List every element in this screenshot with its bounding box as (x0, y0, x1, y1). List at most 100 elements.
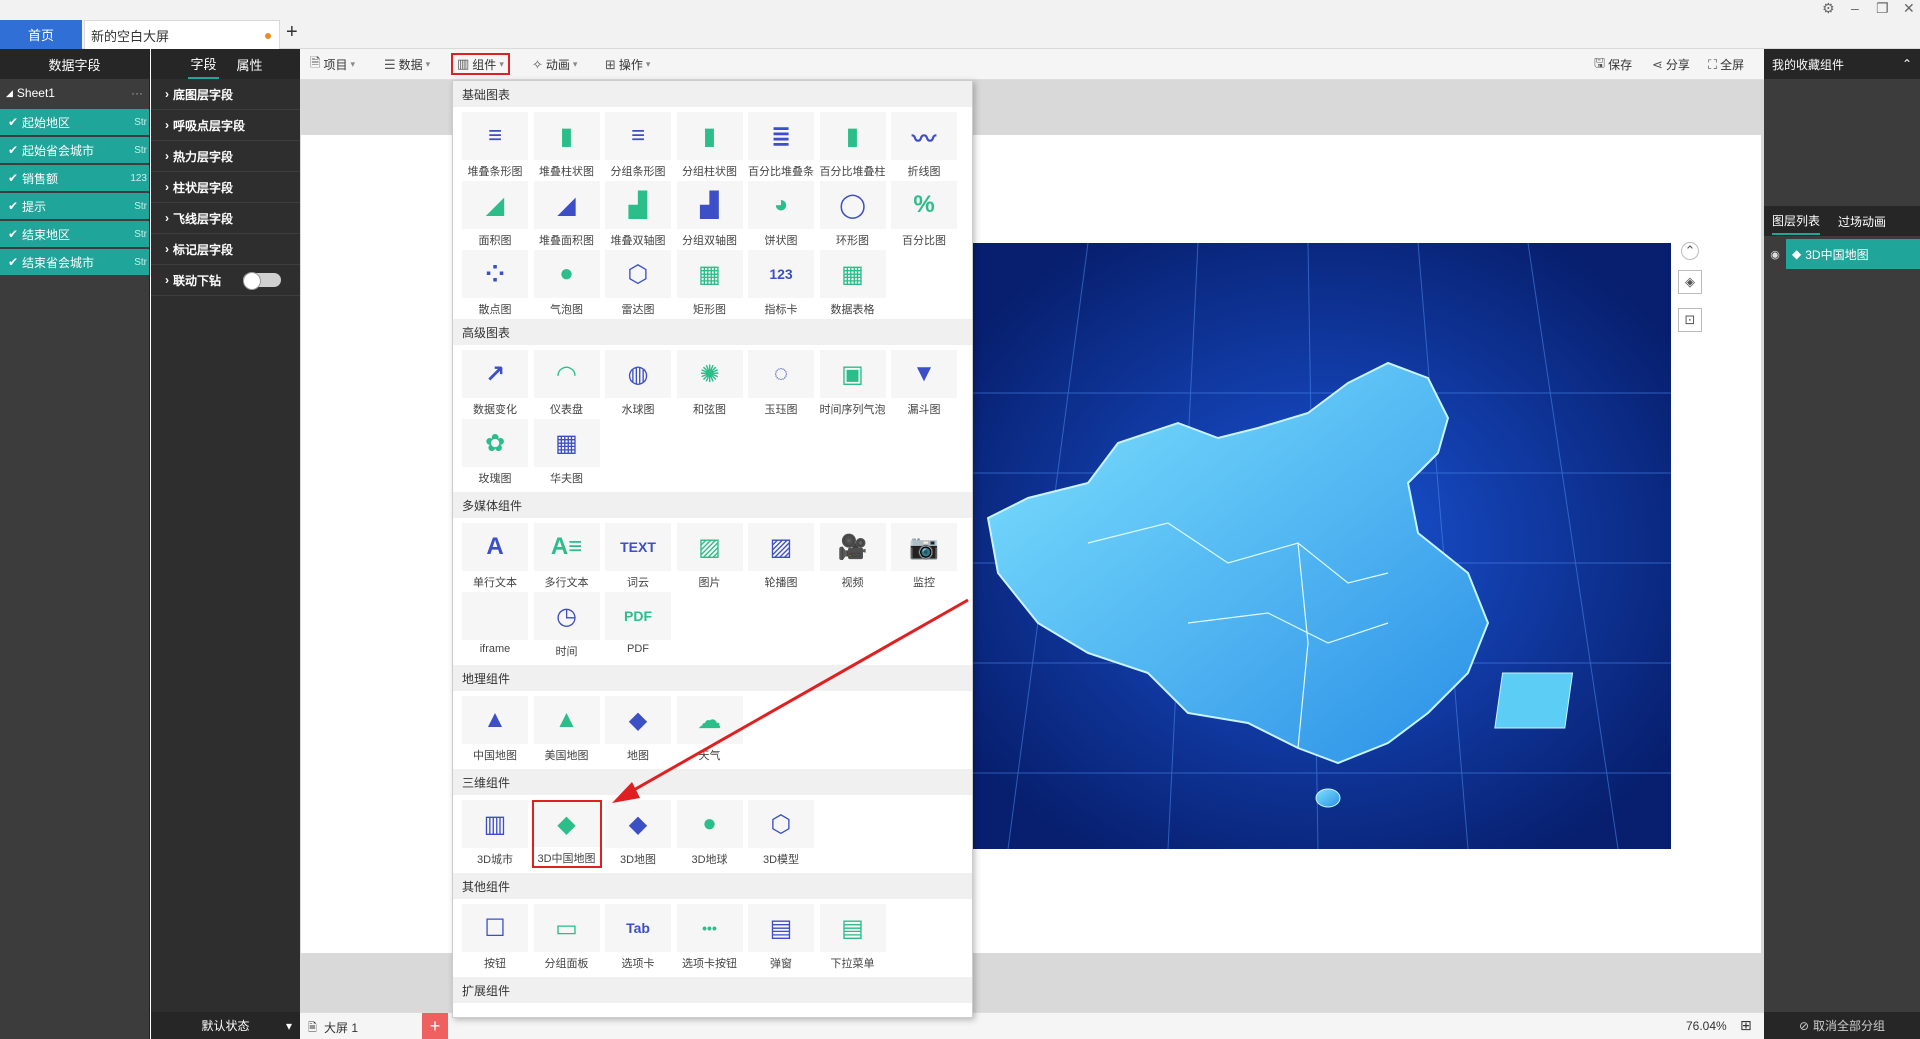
component-item[interactable]: ◢ 面积图 (460, 181, 530, 249)
component-item[interactable]: ☐ 按钮 (460, 904, 530, 972)
drilldown-toggle[interactable] (243, 272, 282, 290)
field-layer-row[interactable]: › 呼吸点层字段 (151, 110, 300, 141)
component-item[interactable]: ▨ 轮播图 (746, 523, 816, 591)
component-item[interactable]: ≣ 百分比堆叠条 (746, 112, 816, 180)
project-menu[interactable]: 🗎 项目 ▾ (310, 49, 355, 80)
component-item[interactable]: ▮ 堆叠柱状图 (532, 112, 602, 180)
component-menu[interactable]: ▥ 组件 ▾ (451, 53, 510, 75)
tab-attribute[interactable]: 属性 (237, 55, 263, 74)
component-item[interactable]: ↗ 数据变化 (460, 350, 530, 418)
component-item[interactable]: ▨ 图片 (675, 523, 745, 591)
component-item[interactable]: ••• 选项卡按钮 (675, 904, 745, 972)
field-layer-row[interactable]: › 标记层字段 (151, 234, 300, 265)
component-item[interactable]: ▟ 堆叠双轴图 (603, 181, 673, 249)
sheet-row[interactable]: ◢ Sheet1 ··· (0, 79, 149, 107)
component-item[interactable]: Tab 选项卡 (603, 904, 673, 972)
tab-home[interactable]: 首页 (0, 20, 82, 49)
component-item[interactable]: ◯ 环形图 (818, 181, 888, 249)
operation-menu[interactable]: ⊞ 操作 ▾ (605, 49, 650, 80)
component-item[interactable]: ≡ 分组条形图 (603, 112, 673, 180)
component-item[interactable]: ✺ 和弦图 (675, 350, 745, 418)
component-item[interactable]: ◌ 玉珏图 (746, 350, 816, 418)
component-item[interactable]: ◢ 堆叠面积图 (532, 181, 602, 249)
field-item[interactable]: ✔ 提示 Str (0, 193, 149, 219)
field-item[interactable]: ✔ 销售额 123 (0, 165, 149, 191)
settings-icon[interactable]: ⚙ (1822, 0, 1835, 17)
tab-layer-list[interactable]: 图层列表 (1772, 208, 1821, 235)
component-item[interactable]: ● 3D地球 (675, 800, 745, 868)
component-item[interactable]: 📷 监控 (889, 523, 959, 591)
field-layer-row[interactable]: › 柱状层字段 (151, 172, 300, 203)
component-item[interactable]: 🎥 视频 (818, 523, 888, 591)
component-item[interactable]: ▦ 矩形图 (675, 250, 745, 318)
eye-icon[interactable]: ◉ (1764, 248, 1786, 261)
component-item[interactable]: ⬡ 雷达图 (603, 250, 673, 318)
component-item[interactable]: ◆ 地图 (603, 696, 673, 764)
minimize-icon[interactable]: – (1851, 0, 1859, 16)
animation-menu[interactable]: ✧ 动画 ▾ (532, 49, 577, 80)
component-item[interactable]: ● 气泡图 (532, 250, 602, 318)
page-tab[interactable]: 大屏 1 (324, 1019, 358, 1036)
field-item[interactable]: ✔ 起始地区 Str (0, 109, 149, 135)
component-item[interactable]: ▼ 漏斗图 (889, 350, 959, 418)
tab-field[interactable]: 字段 (188, 50, 219, 79)
component-item[interactable]: ▤ 下拉菜单 (818, 904, 888, 972)
field-layer-row[interactable]: › 热力层字段 (151, 141, 300, 172)
component-item[interactable]: ▲ 美国地图 (532, 696, 602, 764)
component-item[interactable]: ▟ 分组双轴图 (675, 181, 745, 249)
field-item[interactable]: ✔ 结束地区 Str (0, 221, 149, 247)
component-item[interactable]: ☁ 天气 (675, 696, 745, 764)
component-item[interactable]: ▦ 华夫图 (532, 419, 602, 487)
component-item[interactable]: ▮ 百分比堆叠柱 (818, 112, 888, 180)
ungroup-button[interactable]: ⊘ 取消全部分组 (1764, 1012, 1920, 1039)
component-item[interactable]: ▮ 分组柱状图 (675, 112, 745, 180)
layer-item[interactable]: ◉ ◆ 3D中国地图 (1764, 239, 1920, 269)
zoom-level[interactable]: 76.04% (1686, 1019, 1727, 1033)
restore-icon[interactable]: ❐ (1876, 0, 1889, 17)
add-tab-icon[interactable]: + (286, 21, 298, 44)
fit-zoom-icon[interactable]: ⊞ (1740, 1017, 1752, 1034)
chevron-up-icon[interactable]: ⌃ (1902, 57, 1912, 71)
component-item[interactable]: ▦ 数据表格 (818, 250, 888, 318)
component-item[interactable]: ◆ 3D中国地图 (531, 800, 602, 868)
more-icon[interactable]: ··· (131, 86, 143, 100)
component-item[interactable]: % 百分比图 (889, 181, 959, 249)
component-item[interactable]: PDF PDF (603, 592, 673, 660)
add-page-button[interactable]: + (422, 1013, 448, 1039)
tab-transition[interactable]: 过场动画 (1838, 213, 1886, 230)
collapse-up-icon[interactable]: ⌃ (1681, 242, 1699, 260)
component-item[interactable]: ▣ 时间序列气泡 (818, 350, 888, 418)
component-item[interactable]: ▲ 中国地图 (460, 696, 530, 764)
component-item[interactable]: iframe (460, 592, 530, 660)
component-item[interactable]: ⁘ 散点图 (460, 250, 530, 318)
component-item[interactable]: ◠ 仪表盘 (532, 350, 602, 418)
component-item[interactable]: ▤ 弹窗 (746, 904, 816, 972)
field-item[interactable]: ✔ 起始省会城市 Str (0, 137, 149, 163)
component-item[interactable]: TEXT 词云 (603, 523, 673, 591)
component-item[interactable]: ⬡ 3D模型 (746, 800, 816, 868)
field-item[interactable]: ✔ 结束省会城市 Str (0, 249, 149, 275)
component-item[interactable]: A≡ 多行文本 (532, 523, 602, 591)
field-layer-row[interactable]: › 联动下钻 (151, 265, 300, 296)
share-button[interactable]: ⋖ 分享 (1652, 49, 1690, 80)
component-item[interactable]: ◍ 水球图 (603, 350, 673, 418)
fit-screen-icon[interactable]: ⊡ (1678, 308, 1702, 332)
fullscreen-button[interactable]: ⛶ 全屏 (1708, 49, 1744, 80)
component-item[interactable]: ✿ 玫瑰图 (460, 419, 530, 487)
state-select[interactable]: 默认状态 ▾ (151, 1012, 300, 1039)
tab-document[interactable]: 新的空白大屏 (84, 20, 280, 49)
close-icon[interactable]: ✕ (1903, 0, 1915, 17)
component-item[interactable]: ≡ 堆叠条形图 (460, 112, 530, 180)
3d-china-map-widget[interactable] (968, 243, 1671, 849)
field-layer-row[interactable]: › 底图层字段 (151, 79, 300, 110)
component-item[interactable]: A 单行文本 (460, 523, 530, 591)
component-item[interactable]: ◷ 时间 (532, 592, 602, 660)
field-layer-row[interactable]: › 飞线层字段 (151, 203, 300, 234)
component-item[interactable]: 〰折线图 (889, 112, 959, 180)
component-item[interactable]: ▭ 分组面板 (532, 904, 602, 972)
save-button[interactable]: 🖫 保存 (1594, 49, 1632, 80)
component-item[interactable]: ▥ 3D城市 (460, 800, 530, 868)
component-item[interactable]: ◆ 3D地图 (603, 800, 673, 868)
data-menu[interactable]: ☰ 数据 ▾ (384, 49, 430, 80)
component-item[interactable]: 123 指标卡 (746, 250, 816, 318)
